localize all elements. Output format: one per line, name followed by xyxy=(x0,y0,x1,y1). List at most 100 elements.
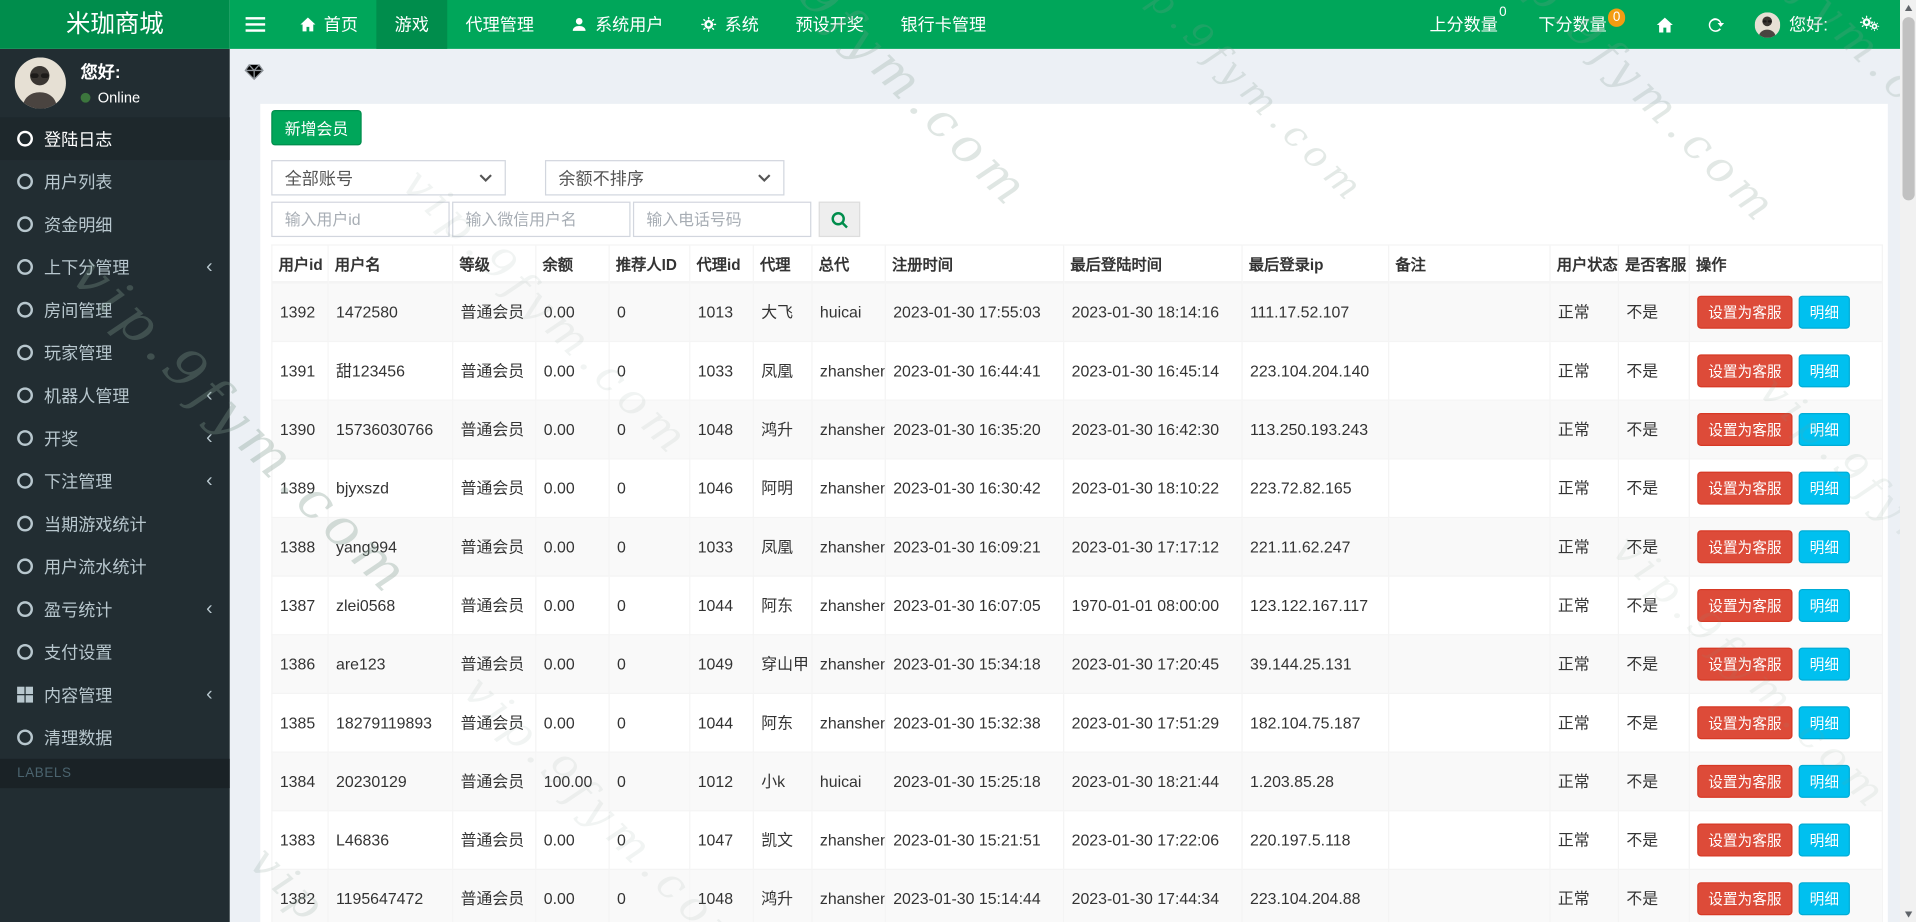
sidebar-item[interactable]: 下注管理 ‹ xyxy=(0,459,230,502)
cell-last-login-time: 2023-01-30 17:20:45 xyxy=(1063,634,1243,695)
set-cs-button[interactable]: 设置为客服 xyxy=(1697,647,1793,681)
nav-item[interactable]: 预设开奖 xyxy=(777,0,882,49)
table-row: 1384 20230129 普通会员 100.00 0 1012 小k huicai 2023-… xyxy=(271,751,1883,812)
grid-icon xyxy=(17,686,33,703)
app-logo[interactable]: 米珈商城 xyxy=(0,0,230,49)
account-filter-select[interactable]: 全部账号 xyxy=(271,160,506,196)
set-cs-button[interactable]: 设置为客服 xyxy=(1697,706,1793,740)
cell-level: 普通会员 xyxy=(452,751,537,812)
phone-input[interactable] xyxy=(632,201,812,238)
column-header: 余额 xyxy=(535,244,610,284)
cell-last-login-ip: 220.197.5.118 xyxy=(1241,810,1390,870)
sidebar-item[interactable]: 开奖 ‹ xyxy=(0,417,230,460)
sidebar-item[interactable]: 盈亏统计 ‹ xyxy=(0,588,230,631)
set-cs-button[interactable]: 设置为客服 xyxy=(1697,530,1793,564)
detail-button[interactable]: 明细 xyxy=(1798,706,1850,740)
sidebar: 您好: Online 登陆日志 用户列表 资金明细 上下分管理 ‹ 房间管理 玩家管理 机器人… xyxy=(0,48,230,922)
cell-register-time: 2023-01-30 16:07:05 xyxy=(884,575,1065,636)
cell-register-time: 2023-01-30 17:55:03 xyxy=(884,281,1065,343)
sidebar-item[interactable]: 支付设置 xyxy=(0,631,230,674)
detail-button[interactable]: 明细 xyxy=(1798,882,1850,916)
sidebar-item[interactable]: 资金明细 xyxy=(0,203,230,246)
sidebar-item[interactable]: 用户列表 xyxy=(0,160,230,203)
scroll-down-arrow[interactable] xyxy=(1900,907,1916,922)
sidebar-item[interactable]: 当期游戏统计 xyxy=(0,502,230,545)
home-button[interactable] xyxy=(1640,15,1690,33)
nav-item[interactable]: 代理管理 xyxy=(447,0,552,49)
sidebar-item[interactable]: 机器人管理 ‹ xyxy=(0,374,230,417)
circle-icon xyxy=(17,472,33,489)
nav-item[interactable]: 系统用户 xyxy=(552,0,682,49)
user-id-input[interactable] xyxy=(271,201,450,238)
balance-sort-select[interactable]: 余额不排序 xyxy=(544,160,785,196)
navbar-right: 上分数量0 下分数量 0 您好: xyxy=(1414,0,1900,49)
cell-user-status: 正常 xyxy=(1549,340,1620,401)
set-cs-button[interactable]: 设置为客服 xyxy=(1697,413,1793,446)
detail-button[interactable]: 明细 xyxy=(1798,764,1850,798)
add-member-button[interactable]: 新增会员 xyxy=(271,109,362,146)
table-body: 1392 1472580 普通会员 0.00 0 1013 大飞 huicai 2023-01-… xyxy=(271,281,1883,922)
sidebar-item[interactable]: 用户流水统计 xyxy=(0,545,230,588)
detail-button[interactable]: 明细 xyxy=(1798,647,1850,681)
cell-general-agent: zhanshen xyxy=(811,810,886,870)
column-header: 最后登录ip xyxy=(1241,244,1390,284)
cell-agent-id: 1048 xyxy=(689,399,754,460)
set-cs-button[interactable]: 设置为客服 xyxy=(1697,882,1793,916)
settings-button[interactable] xyxy=(1843,14,1900,35)
set-cs-button[interactable]: 设置为客服 xyxy=(1697,295,1793,329)
refresh-button[interactable] xyxy=(1690,15,1740,33)
nav-item[interactable]: 游戏 xyxy=(376,0,448,49)
sidebar-item[interactable]: 房间管理 xyxy=(0,288,230,331)
circle-icon xyxy=(17,601,33,618)
scroll-up-arrow[interactable] xyxy=(1900,0,1916,16)
detail-button[interactable]: 明细 xyxy=(1798,588,1850,622)
nav-item[interactable]: 系统 xyxy=(682,0,777,49)
detail-button[interactable]: 明细 xyxy=(1798,295,1850,329)
cell-balance: 0.00 xyxy=(535,399,610,460)
vertical-scrollbar[interactable] xyxy=(1900,0,1916,922)
cell-user-status: 正常 xyxy=(1549,281,1620,343)
detail-button[interactable]: 明细 xyxy=(1798,471,1850,505)
labels-header: LABELS xyxy=(0,758,230,789)
detail-button[interactable]: 明细 xyxy=(1798,354,1850,388)
cell-general-agent: zhanshen xyxy=(811,692,886,753)
cell-level: 普通会员 xyxy=(452,340,537,401)
nav-item-label: 预设开奖 xyxy=(795,14,864,35)
table-row: 1390 15736030766 普通会员 0.00 0 1048 鸿升 zhanshen 20… xyxy=(271,399,1883,460)
nav-item[interactable]: 首页 xyxy=(281,0,376,49)
up-score-link[interactable]: 上分数量0 xyxy=(1414,5,1523,36)
detail-button[interactable]: 明细 xyxy=(1798,413,1850,446)
cell-note xyxy=(1388,458,1551,519)
cell-agent-name: 阿东 xyxy=(752,692,813,753)
cell-last-login-ip: 1.203.85.28 xyxy=(1241,751,1390,812)
sidebar-toggle-button[interactable] xyxy=(230,0,281,49)
table-row: 1388 yang994 普通会员 0.00 0 1033 凤凰 zhanshen 2023-0… xyxy=(271,516,1883,577)
cell-register-time: 2023-01-30 15:34:18 xyxy=(884,634,1065,695)
scrollbar-thumb[interactable] xyxy=(1901,17,1915,201)
user-menu[interactable]: 您好: xyxy=(1740,11,1843,38)
detail-button[interactable]: 明细 xyxy=(1798,823,1850,857)
sidebar-item[interactable]: 登陆日志 xyxy=(0,117,230,161)
cell-level: 普通会员 xyxy=(452,692,537,753)
cell-is-customer-service: 不是 xyxy=(1617,399,1690,460)
search-button[interactable] xyxy=(818,201,861,238)
set-cs-button[interactable]: 设置为客服 xyxy=(1697,588,1793,622)
down-score-link[interactable]: 下分数量 0 xyxy=(1522,8,1639,36)
wechat-name-input[interactable] xyxy=(452,201,631,238)
cell-is-customer-service: 不是 xyxy=(1617,751,1690,812)
sidebar-item[interactable]: 玩家管理 xyxy=(0,331,230,374)
sidebar-item[interactable]: 内容管理 ‹ xyxy=(0,673,230,716)
sidebar-item[interactable]: 上下分管理 ‹ xyxy=(0,246,230,289)
set-cs-button[interactable]: 设置为客服 xyxy=(1697,471,1793,505)
cell-general-agent: huicai xyxy=(811,751,886,812)
nav-item[interactable]: 银行卡管理 xyxy=(882,0,1004,49)
set-cs-button[interactable]: 设置为客服 xyxy=(1697,764,1793,798)
cell-is-customer-service: 不是 xyxy=(1617,340,1690,401)
refresh-icon xyxy=(1706,15,1725,33)
sidebar-item[interactable]: 清理数据 xyxy=(0,716,230,759)
set-cs-button[interactable]: 设置为客服 xyxy=(1697,823,1793,857)
circle-icon xyxy=(17,259,33,275)
cell-register-time: 2023-01-30 15:25:18 xyxy=(884,751,1065,812)
detail-button[interactable]: 明细 xyxy=(1798,530,1850,564)
set-cs-button[interactable]: 设置为客服 xyxy=(1697,354,1793,388)
